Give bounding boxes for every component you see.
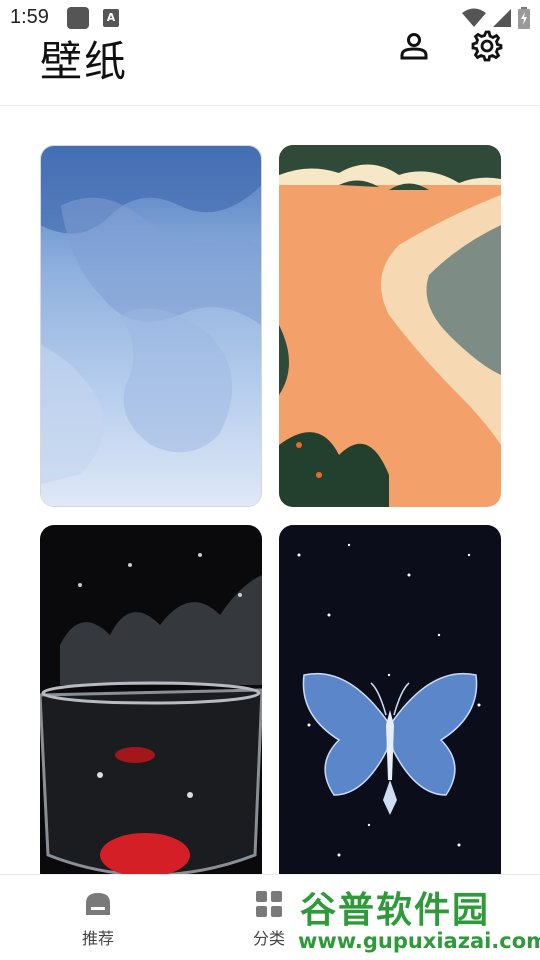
wifi-icon [462,8,486,27]
beach-shore-wallpaper [279,145,501,507]
water-splash-glass-wallpaper [40,525,262,887]
watermark-url: www.gupuxiazai.com [298,929,540,953]
signal-icon [493,9,511,27]
nav-label-category: 分类 [252,929,285,948]
settings-button[interactable] [467,26,507,66]
profile-icon [400,33,428,60]
app-header: 壁纸 [0,26,540,106]
profile-button[interactable] [394,26,434,66]
wallpaper-card[interactable] [279,145,501,507]
wallpaper-card[interactable] [40,145,262,507]
page-title: 壁纸 [40,37,129,86]
gear-icon [471,30,503,62]
watermark-title: 谷普软件园 [300,890,491,931]
home-icon [86,893,110,915]
wallpaper-card[interactable] [279,525,501,887]
crystal-butterfly-wallpaper [279,525,501,887]
blue-watercolor-wallpaper [41,146,261,506]
nav-item-recommend[interactable]: 推荐 [58,889,138,949]
grid-icon [256,891,282,917]
nav-label-recommend: 推荐 [81,929,114,948]
watermark: 谷普软件园 www.gupuxiazai.com [296,877,540,960]
notification-badge-icon: A [103,9,119,27]
wallpaper-card[interactable] [40,525,262,887]
